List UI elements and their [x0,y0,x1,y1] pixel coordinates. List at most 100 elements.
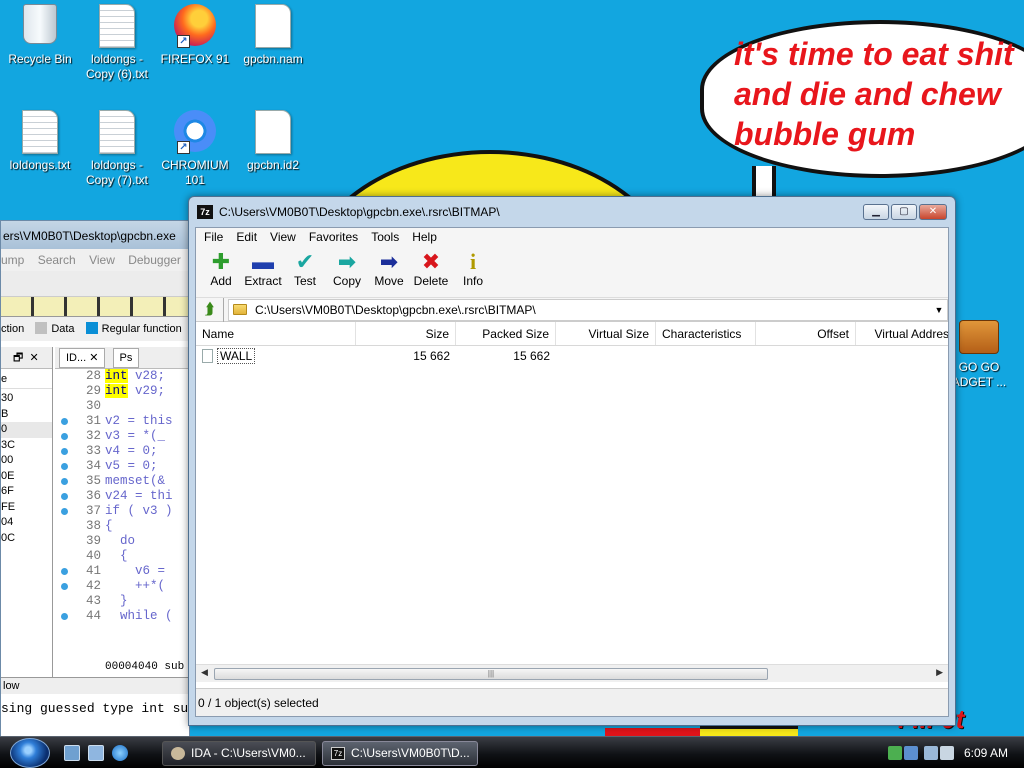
internet-explorer-icon[interactable] [112,745,128,761]
restore-icon[interactable]: 🗗 [13,352,23,364]
breakpoint-dot-icon[interactable] [61,613,68,620]
path-field[interactable]: C:\Users\VM0B0T\Desktop\gpcbn.exe\.rsrc\… [228,298,948,321]
code-line[interactable]: 32 v3 = *(_ [55,429,189,444]
breakpoint-dot-icon[interactable] [61,583,68,590]
menu-view[interactable]: View [264,228,303,246]
code-line[interactable]: 31 v2 = this [55,414,189,429]
code-line[interactable]: 39 do [55,534,189,549]
start-button[interactable] [10,738,50,768]
column-characteristics[interactable]: Characteristics [656,322,756,345]
column-offset[interactable]: Offset [756,322,856,345]
breakpoint-dot-icon[interactable] [61,433,68,440]
taskbar-item-7zip[interactable]: 7z C:\Users\VM0B0T\D... [322,741,478,766]
network-connection-icon[interactable] [924,746,938,760]
menu-tools[interactable]: Tools [365,228,406,246]
desktop-icon-gpcbn-id2[interactable]: gpcbn.id2 [233,110,313,173]
switch-windows-icon[interactable] [88,745,104,761]
column-virtual-address[interactable]: Virtual Addres [856,322,949,345]
sevenzip-window[interactable]: 7z C:\Users\VM0B0T\Desktop\gpcbn.exe\.rs… [188,196,956,726]
scrollbar-thumb[interactable]: ||| [214,668,768,680]
list-item[interactable]: FE [1,500,52,516]
column-name[interactable]: Name [196,322,356,345]
code-line[interactable]: 34 v5 = 0; [55,459,189,474]
move-button[interactable]: ➡ Move [368,246,410,297]
ida-menu-view[interactable]: View [89,253,115,267]
menu-favorites[interactable]: Favorites [303,228,365,246]
info-button[interactable]: i Info [452,246,494,297]
close-button[interactable]: ✕ [919,204,947,220]
output-window[interactable]: low sing guessed type int su [1,677,189,739]
functions-column-header[interactable]: e [1,369,52,389]
code-line[interactable]: 36 v24 = thi [55,489,189,504]
add-button[interactable]: ✚ Add [200,246,242,297]
desktop-icon-chromium[interactable]: ↗ CHROMIUM 101 [155,110,235,188]
code-line[interactable]: 33 v4 = 0; [55,444,189,459]
code-line[interactable]: 38 { [55,519,189,534]
menu-edit[interactable]: Edit [230,228,264,246]
list-item[interactable]: 30 [1,391,52,407]
volume-muted-icon[interactable] [940,746,954,760]
network-icon[interactable] [888,746,902,760]
tray-app-icon[interactable] [904,746,918,760]
scroll-right-icon[interactable]: ▶ [936,667,943,678]
code-line[interactable]: 30 [55,399,189,414]
show-desktop-icon[interactable] [64,745,80,761]
ida-menu-debugger[interactable]: Debugger [128,253,181,267]
desktop-icon-gpcbn-nam[interactable]: gpcbn.nam [233,4,313,67]
breakpoint-dot-icon[interactable] [61,508,68,515]
test-button[interactable]: ✔ Test [284,246,326,297]
list-item[interactable]: B [1,407,52,423]
list-item[interactable]: 0 [1,422,52,438]
code-line[interactable]: 43 } [55,594,189,609]
desktop-icon-firefox[interactable]: ↗ FIREFOX 91 [155,4,235,67]
close-icon[interactable]: ✕ [29,352,38,364]
list-item[interactable]: 0C [1,531,52,547]
functions-pane[interactable]: 🗗 ✕ e 30 B 0 3C 00 0E 6F FE 04 0C [1,347,53,677]
menu-help[interactable]: Help [406,228,444,246]
desktop-icon-recycle-bin[interactable]: Recycle Bin [0,4,80,67]
code-line[interactable]: 41 v6 = [55,564,189,579]
tab-ida-view[interactable]: ID... ✕ [59,348,106,368]
breakpoint-dot-icon[interactable] [61,463,68,470]
breakpoint-dot-icon[interactable] [61,478,68,485]
code-line[interactable]: 35 memset(& [55,474,189,489]
list-item[interactable]: 04 [1,515,52,531]
breakpoint-dot-icon[interactable] [61,568,68,575]
breakpoint-dot-icon[interactable] [61,493,68,500]
menu-file[interactable]: File [198,228,230,246]
list-item[interactable]: 3C [1,438,52,454]
list-item[interactable]: 0E [1,469,52,485]
table-row[interactable]: WALL 15 662 15 662 [196,346,948,366]
up-folder-button[interactable]: ⮭ [196,297,224,322]
code-line[interactable]: 42 ++*( [55,579,189,594]
breakpoint-dot-icon[interactable] [61,418,68,425]
column-size[interactable]: Size [356,322,456,345]
file-list[interactable]: Name Size Packed Size Virtual Size Chara… [196,322,948,682]
delete-button[interactable]: ✖ Delete [410,246,452,297]
pseudocode-pane[interactable]: ID... ✕ Ps 28 int v28; 29 int v29; 30 31 v2 = … [55,347,189,677]
minimize-button[interactable]: ▁ [863,204,889,220]
desktop-icon-loldongs-copy-7[interactable]: loldongs - Copy (7).txt [77,110,157,188]
horizontal-scrollbar[interactable]: ◀ ||| ▶ [196,664,948,682]
clock[interactable]: 6:09 AM [964,737,1008,768]
chevron-down-icon[interactable]: ▼ [931,305,947,315]
code-line[interactable]: 29 int v29; [55,384,189,399]
scroll-left-icon[interactable]: ◀ [201,667,208,678]
ida-window[interactable]: ers\VM0B0T\Desktop\gpcbn.exe ump Search … [0,220,190,740]
ida-menu-dump[interactable]: ump [1,253,24,267]
copy-button[interactable]: ➡ Copy [326,246,368,297]
code-line[interactable]: 37 if ( v3 ) [55,504,189,519]
code-line[interactable]: 28 int v28; [55,369,189,384]
breakpoint-dot-icon[interactable] [61,448,68,455]
extract-button[interactable]: ▬ Extract [242,246,284,297]
taskbar-item-ida[interactable]: IDA - C:\Users\VM0... [162,741,316,766]
column-virtual-size[interactable]: Virtual Size [556,322,656,345]
desktop-icon-loldongs[interactable]: loldongs.txt [0,110,80,173]
ida-menu-search[interactable]: Search [38,253,76,267]
code-line[interactable]: 40 { [55,549,189,564]
tab-pseudocode[interactable]: Ps [112,348,140,368]
list-item[interactable]: 6F [1,484,52,500]
list-item[interactable]: 00 [1,453,52,469]
desktop-icon-loldongs-copy-6[interactable]: loldongs - Copy (6).txt [77,4,157,82]
maximize-button[interactable]: ▢ [891,204,917,220]
